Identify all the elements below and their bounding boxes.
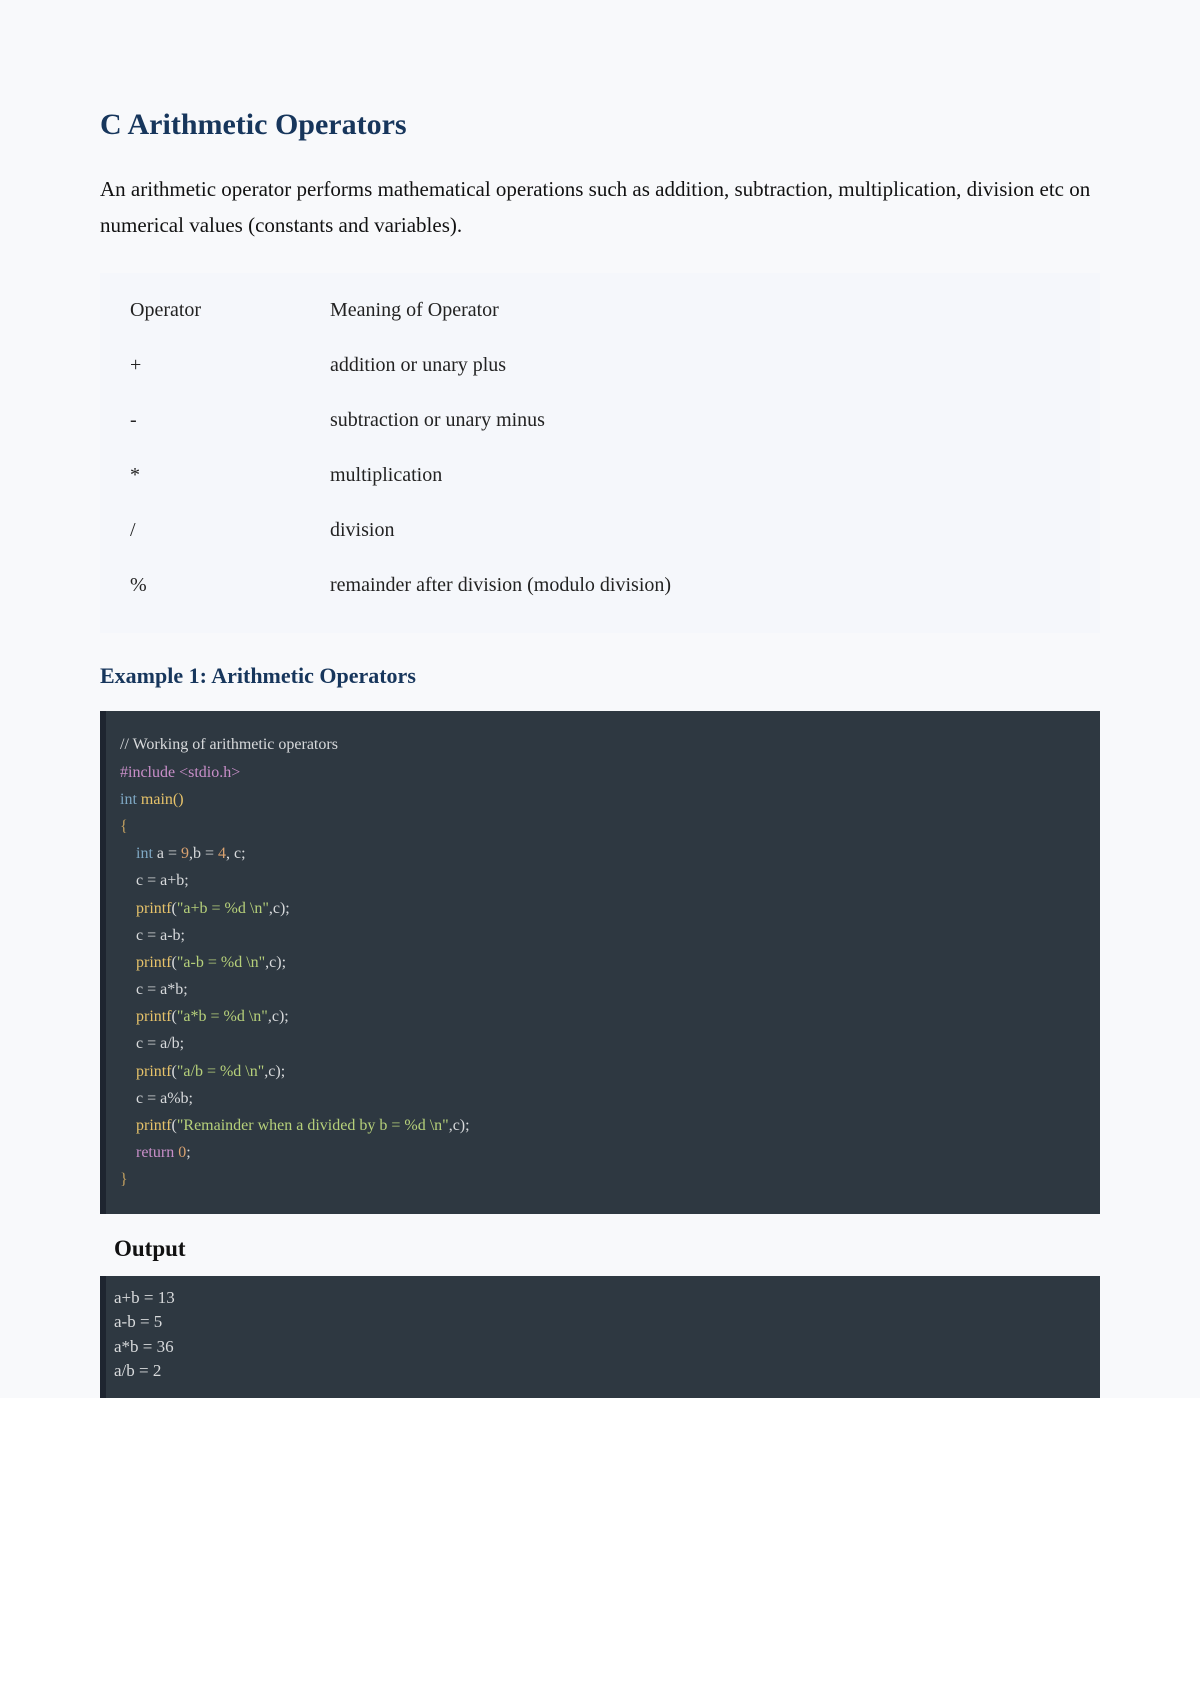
code-text: ,c);: [269, 900, 290, 917]
table-header-meaning: Meaning of Operator: [330, 299, 1070, 322]
meaning-cell: addition or unary plus: [330, 354, 1070, 377]
code-func: printf: [120, 1063, 172, 1080]
operators-table: Operator Meaning of Operator + addition …: [100, 273, 1100, 633]
output-block: a+b = 13 a-b = 5 a*b = 36 a/b = 2: [100, 1276, 1100, 1399]
table-row: * multiplication: [130, 448, 1070, 503]
code-type: int: [120, 791, 137, 808]
code-text: , c;: [226, 845, 246, 862]
operator-cell: /: [130, 519, 330, 542]
table-header-operator: Operator: [130, 299, 330, 322]
meaning-cell: multiplication: [330, 464, 1070, 487]
output-line: a+b = 13: [114, 1286, 1092, 1311]
code-text: ,c);: [264, 1063, 285, 1080]
table-row: - subtraction or unary minus: [130, 393, 1070, 448]
output-line: a-b = 5: [114, 1310, 1092, 1335]
operator-cell: *: [130, 464, 330, 487]
meaning-cell: division: [330, 519, 1070, 542]
output-line: a*b = 36: [114, 1335, 1092, 1360]
document-page: C Arithmetic Operators An arithmetic ope…: [0, 0, 1200, 1398]
code-text: c = a%b;: [120, 1085, 1086, 1112]
code-comment: // Working of arithmetic operators: [120, 736, 338, 753]
code-text: c = a/b;: [120, 1030, 1086, 1057]
code-text: c = a*b;: [120, 976, 1086, 1003]
code-text: c = a+b;: [120, 867, 1086, 894]
table-header-row: Operator Meaning of Operator: [130, 283, 1070, 338]
code-text: a =: [153, 845, 181, 862]
code-func: printf: [120, 1008, 172, 1025]
code-number: 0: [178, 1144, 186, 1161]
table-row: / division: [130, 503, 1070, 558]
code-string: "a+b = %d \n": [177, 900, 269, 917]
operator-cell: +: [130, 354, 330, 377]
code-string: "a/b = %d \n": [177, 1063, 264, 1080]
meaning-cell: remainder after division (modulo divisio…: [330, 574, 1070, 597]
code-number: 9: [181, 845, 189, 862]
code-brace: }: [120, 1171, 128, 1188]
code-number: 4: [218, 845, 226, 862]
code-text: ;: [186, 1144, 190, 1161]
output-line: a/b = 2: [114, 1359, 1092, 1384]
code-include: #include: [120, 764, 179, 781]
page-title: C Arithmetic Operators: [100, 108, 1100, 142]
code-text: ,c);: [449, 1117, 470, 1134]
code-func: main(): [137, 791, 184, 808]
meaning-cell: subtraction or unary minus: [330, 409, 1070, 432]
output-title: Output: [100, 1236, 1100, 1262]
code-func: printf: [120, 954, 172, 971]
table-row: + addition or unary plus: [130, 338, 1070, 393]
code-text: c = a-b;: [120, 922, 1086, 949]
code-include-file: <stdio.h>: [179, 764, 240, 781]
intro-paragraph: An arithmetic operator performs mathemat…: [100, 172, 1100, 243]
code-block: // Working of arithmetic operators #incl…: [100, 711, 1100, 1213]
code-text: ,c);: [268, 1008, 289, 1025]
table-row: % remainder after division (modulo divis…: [130, 558, 1070, 613]
code-string: "Remainder when a divided by b = %d \n": [177, 1117, 449, 1134]
code-string: "a-b = %d \n": [177, 954, 265, 971]
code-string: "a*b = %d \n": [177, 1008, 268, 1025]
operator-cell: -: [130, 409, 330, 432]
code-func: printf: [120, 1117, 172, 1134]
operator-cell: %: [130, 574, 330, 597]
code-func: printf: [120, 900, 172, 917]
code-type: int: [120, 845, 153, 862]
code-keyword: return: [120, 1144, 178, 1161]
code-text: ,c);: [265, 954, 286, 971]
code-text: ,b =: [189, 845, 218, 862]
example-title: Example 1: Arithmetic Operators: [100, 663, 1100, 689]
code-brace: {: [120, 818, 128, 835]
